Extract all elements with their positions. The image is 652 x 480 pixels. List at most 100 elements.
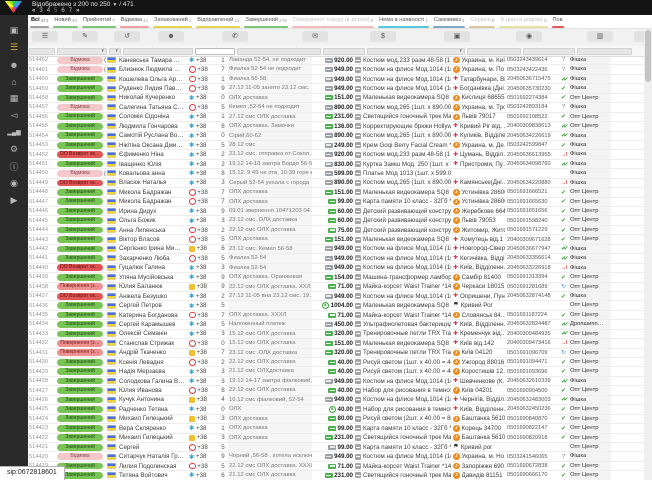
feedback-icon[interactable]: ◉ bbox=[0, 175, 28, 192]
company-icon[interactable]: ⌂ bbox=[0, 73, 28, 90]
phone-cell[interactable]: ✱+38 bbox=[188, 113, 218, 121]
statistics-icon[interactable]: ▂▄▆ bbox=[0, 124, 28, 141]
table-row[interactable]: 514425ЗавершенийРадченко Тетяна✱+380ОЛХ₴… bbox=[28, 405, 644, 414]
phone-cell[interactable]: +38 bbox=[188, 312, 218, 319]
filter-comment[interactable] bbox=[237, 48, 321, 55]
phone-cell[interactable]: +38 bbox=[188, 245, 218, 252]
table-row[interactable]: 514424ЗавершенийМихаил Гилецький+383ОЛХ … bbox=[28, 415, 644, 424]
phone-cell[interactable]: ✱+38 bbox=[188, 179, 218, 187]
table-row[interactable]: 514437DO Возврат ок…Анжела Безушко✱+3822… bbox=[28, 292, 644, 301]
table-row[interactable]: 514428ЗавершенийСолодкова Галина В…✱+383… bbox=[28, 377, 644, 386]
table-row[interactable]: 514440DO Возврат ок…Гуцалюк Галина✱+383Ф… bbox=[28, 264, 644, 273]
column-header-phone[interactable]: ✆ bbox=[222, 31, 248, 42]
table-row[interactable]: 514427ЗавершенийЮлия Иванова+38822.12 см… bbox=[28, 386, 644, 395]
phone-cell[interactable]: ✱+38 bbox=[188, 141, 218, 149]
table-row[interactable]: 514454ЗавершенийСамотій Руслана Во…✱+380… bbox=[28, 132, 644, 141]
page-button-7[interactable]: 7 bbox=[69, 8, 72, 15]
table-row[interactable]: 514456ЗавершенийСоломія Сідоніна✱+38127.… bbox=[28, 113, 644, 122]
table-row[interactable]: 514421ЗавершенийСергей+38599.00Карта пам… bbox=[28, 443, 644, 452]
first-page-button[interactable]: « bbox=[32, 8, 35, 15]
phone-cell[interactable]: ✱+38 bbox=[188, 405, 218, 413]
table-row[interactable]: 514426ЗавершенийКучук Антонина+38416.12 … bbox=[28, 396, 644, 405]
filter-phone-input[interactable] bbox=[195, 48, 235, 55]
info-icon[interactable]: ⓘ bbox=[0, 158, 28, 175]
column-header-clients[interactable]: ☻ bbox=[158, 31, 184, 42]
phone-cell[interactable]: +38 bbox=[188, 227, 218, 234]
phone-cell[interactable]: ✱+38 bbox=[188, 273, 218, 281]
phone-cell[interactable]: +38 bbox=[188, 66, 218, 73]
phone-cell[interactable]: +38 bbox=[188, 340, 218, 347]
phone-cell[interactable]: ✱+38 bbox=[188, 302, 218, 310]
table-row[interactable]: 514442ЗавершенийСергієнко Ірина Ми…+3862… bbox=[28, 245, 644, 254]
table-row[interactable]: 514451ЗавершенийІващенко Юлія✱+38219.12 … bbox=[28, 160, 644, 169]
table-row[interactable]: 514432Повернення (з…Станіслав Стрижак+38… bbox=[28, 339, 644, 348]
orders-icon[interactable]: ☰ bbox=[0, 39, 28, 56]
phone-cell[interactable]: +38 bbox=[188, 198, 218, 205]
table-row[interactable]: 514460ЗавершенийКошелева Ольга Ар…+381Фи… bbox=[28, 75, 644, 84]
table-row[interactable]: 514453ЗавершенийНікітіна Оксана Дми…✱+38… bbox=[28, 141, 644, 150]
tab-8[interactable]: Повернення товару (в дорозі)0 bbox=[290, 15, 376, 28]
products-icon[interactable]: ▦ bbox=[0, 90, 28, 107]
table-row[interactable]: 514461ВідмоваБлизнюк Людмила …+387Фиалка… bbox=[28, 65, 644, 74]
table-row[interactable]: 514431Повернення (з…Андрій Ткаченко+3872… bbox=[28, 349, 644, 358]
table-row[interactable]: 514435ЗавершенийКатерина Богданова+387ОЛ… bbox=[28, 311, 644, 320]
phone-cell[interactable]: ✱+38 bbox=[188, 122, 218, 130]
column-header-status[interactable]: ☰ bbox=[32, 31, 58, 42]
page-button-6[interactable]: 6 bbox=[61, 8, 64, 15]
phone-cell[interactable]: ✱+38 bbox=[188, 292, 218, 300]
table-row[interactable]: 514430ЗавершенийКсенія Левадня+38222.12 … bbox=[28, 358, 644, 367]
tab-6[interactable]: Відправлений12 bbox=[194, 15, 242, 28]
scrollbar-thumb[interactable] bbox=[645, 30, 651, 82]
table-row[interactable]: 514452DO Возврат ок…Єфименко Ніна✱+38223… bbox=[28, 150, 644, 159]
table-row[interactable]: 514457ВідмоваСалегина Татьяна С…+385Кеме… bbox=[28, 103, 644, 112]
phone-cell[interactable]: +38 bbox=[188, 236, 218, 243]
table-row[interactable]: 514441ЗавершенийЗахарченко Люба+385Фиалк… bbox=[28, 254, 644, 263]
phone-cell[interactable]: +38 bbox=[188, 283, 218, 290]
column-header-product[interactable]: ▣ bbox=[444, 31, 470, 42]
phone-cell[interactable]: ✱+38 bbox=[188, 377, 218, 385]
tab-11[interactable]: Сервіси0 bbox=[467, 15, 497, 28]
column-header-call-history[interactable]: ↺ bbox=[114, 31, 140, 42]
phone-cell[interactable]: +38 bbox=[188, 396, 218, 403]
phone-cell[interactable]: ✱+38 bbox=[188, 453, 218, 461]
table-row[interactable]: 514444ЗавершенийАнна Липенська+38222.12 … bbox=[28, 226, 644, 235]
filter-price[interactable] bbox=[323, 48, 365, 55]
phone-cell[interactable]: ✱+38 bbox=[188, 368, 218, 376]
table-row[interactable]: 514429ЗавершенийНадія Мерзаєва✱+38321.12… bbox=[28, 367, 644, 376]
filter-address[interactable] bbox=[467, 48, 521, 55]
table-row[interactable]: 514422ЗавершенийМихаил Гилецький+383ОЛХ … bbox=[28, 434, 644, 443]
table-row[interactable]: 514448ЗавершенийМикола Бадражан+387ОЛХ д… bbox=[28, 188, 644, 197]
filter-product[interactable]: ▾ bbox=[367, 48, 465, 55]
settings-icon[interactable]: ⚙ bbox=[0, 141, 28, 158]
table-row[interactable]: 514443ЗавершенийВіктор Власов+385ОЛХ дос… bbox=[28, 235, 644, 244]
phone-cell[interactable]: +38 bbox=[188, 104, 218, 111]
table-row[interactable]: 514447ЗавершенийМикола Бадражан+387ОЛХ д… bbox=[28, 198, 644, 207]
clients-icon[interactable]: ☻ bbox=[0, 56, 28, 73]
column-header-tags[interactable]: ✎ bbox=[72, 31, 98, 42]
phone-cell[interactable]: ✱+38 bbox=[188, 424, 218, 432]
table-row[interactable]: 514434ЗавершенийСергей Карамышев✱+385Нал… bbox=[28, 320, 644, 329]
filter-tag[interactable] bbox=[577, 48, 632, 55]
app-logo-icon[interactable] bbox=[5, 1, 22, 13]
phone-cell[interactable]: ✱+38 bbox=[188, 320, 218, 328]
page-button-4[interactable]: 4 bbox=[47, 8, 50, 15]
tab-3[interactable]: Прийнятий7 bbox=[80, 15, 118, 28]
table-row[interactable]: 514446ЗавершенийИрина Дидух✱+38909.01 зв… bbox=[28, 207, 644, 216]
column-header-delivery[interactable]: ◉ bbox=[516, 31, 542, 42]
column-header-payment[interactable]: $ bbox=[370, 31, 396, 42]
filter-country[interactable]: ▾ bbox=[109, 48, 121, 55]
tab-5[interactable]: Запакований1 bbox=[151, 15, 194, 28]
phone-cell[interactable]: +38 bbox=[188, 349, 218, 356]
phone-cell[interactable]: ✱+38 bbox=[188, 169, 218, 177]
phone-cell[interactable]: +38 bbox=[188, 387, 218, 394]
phone-cell[interactable]: +38 bbox=[188, 189, 218, 196]
column-header-comment[interactable]: ✉ bbox=[302, 31, 328, 42]
tab-1[interactable]: Всі471 bbox=[28, 15, 51, 28]
phone-cell[interactable]: +38 bbox=[188, 76, 218, 83]
table-row[interactable]: 514445ЗавершенийОльга Божик✱+38323.12 см… bbox=[28, 216, 644, 225]
table-row[interactable]: 514420ВідмоваСитарчук Наталія Гр…✱+389Чо… bbox=[28, 452, 644, 461]
tab-13[interactable]: Пов bbox=[550, 15, 566, 28]
tab-10[interactable]: Самовивіз2 bbox=[431, 15, 468, 28]
tab-7[interactable]: Завершений278 bbox=[242, 15, 289, 28]
tab-9[interactable]: Нема в наявності1 bbox=[376, 15, 431, 28]
